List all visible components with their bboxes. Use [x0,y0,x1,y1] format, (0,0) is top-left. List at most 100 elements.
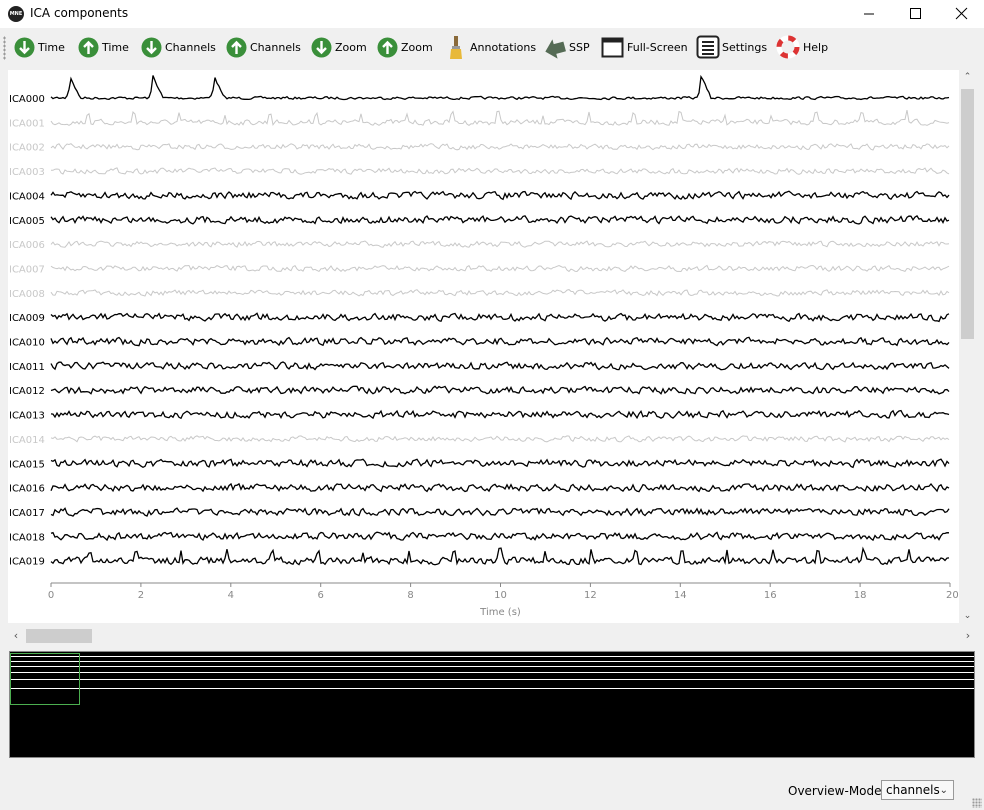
channel-trace [50,531,950,542]
channel-trace [50,264,950,273]
channel-label: ICA000 [9,94,45,105]
x-tick-label: 20 [946,590,959,601]
horizontal-scroll-thumb[interactable] [26,629,92,643]
scroll-left-icon[interactable]: ‹ [10,629,22,642]
resize-grip-icon[interactable] [972,798,982,808]
overview-viewport-box[interactable] [10,653,80,705]
chevron-down-icon: ⌄ [939,785,948,796]
zoom-decrease-label: Zoom [335,40,367,54]
channel-label: ICA014 [9,435,45,446]
channels-decrease-button[interactable]: Channels [140,33,216,61]
x-tick-label: 16 [764,590,777,601]
time-increase-label: Time [102,40,129,54]
horizontal-scrollbar[interactable]: ‹ › [8,627,976,645]
maximize-button[interactable] [892,0,938,28]
channel-label: ICA012 [9,386,45,397]
arrow-up-icon [377,37,398,57]
x-axis-label: Time (s) [479,607,521,618]
channels-increase-button[interactable]: Channels [225,33,301,61]
close-icon [955,7,968,20]
ssp-button[interactable]: SSP [543,33,590,61]
toolbar-grip[interactable] [3,36,6,60]
time-increase-button[interactable]: Time [77,33,129,61]
overview-mode-value: channels [886,783,940,797]
channel-label: ICA011 [9,362,45,373]
channel-label: ICA019 [9,557,45,568]
x-tick-label: 2 [138,590,144,601]
fullscreen-icon [601,37,624,58]
time-decrease-button[interactable]: Time [13,33,65,61]
channel-label: ICA006 [9,240,45,251]
ssp-label: SSP [569,40,590,54]
scroll-right-icon[interactable]: › [962,629,974,642]
channel-label: ICA004 [9,191,45,202]
channel-trace [50,482,950,493]
channel-trace [50,143,950,151]
window-title: ICA components [30,6,129,20]
zoom-increase-button[interactable]: Zoom [376,33,433,61]
arrow-up-icon [226,37,247,57]
annotations-label: Annotations [470,40,537,54]
arrow-down-icon [14,37,35,57]
help-button[interactable]: Help [775,33,828,61]
toolbar: Time Time Channels Channels Zoom Zoom An… [0,30,984,64]
channel-label: ICA013 [9,411,45,422]
overview-channel-line [10,666,974,667]
channel-trace [50,336,950,347]
maximize-icon [910,8,921,19]
zoom-decrease-button[interactable]: Zoom [310,33,367,61]
channel-trace [50,435,950,443]
channel-label: ICA005 [9,216,45,227]
channel-label: ICA007 [9,264,45,275]
zoom-increase-label: Zoom [401,40,433,54]
minimize-icon [864,13,874,15]
minimize-button[interactable] [846,0,892,28]
status-bar: Overview-Mode: channels ⌄ [0,770,984,810]
channel-label: ICA003 [9,167,45,178]
channel-trace [50,190,950,201]
settings-icon [696,35,720,59]
scroll-down-icon[interactable]: ⌄ [959,611,976,621]
overview-mode-label: Overview-Mode: [788,784,886,798]
scroll-up-icon[interactable]: ⌃ [959,72,976,82]
channel-trace [50,507,950,517]
channel-trace [51,167,950,175]
arrow-down-icon [141,37,162,57]
channel-label: ICA016 [9,484,45,495]
channel-trace [50,240,950,248]
x-tick-label: 8 [407,590,413,601]
overview-mode-select[interactable]: channels ⌄ [881,780,954,800]
vertical-scroll-thumb[interactable] [961,89,974,339]
channel-trace [50,409,950,420]
x-tick-label: 14 [674,590,687,601]
channel-trace [50,458,950,469]
channel-trace [50,312,950,323]
settings-button[interactable]: Settings [696,33,767,61]
channel-label: ICA009 [9,313,45,324]
arrow-down-icon [311,37,332,57]
x-tick-label: 6 [318,590,324,601]
channel-trace [50,215,950,225]
time-decrease-label: Time [38,40,65,54]
brush-icon [450,36,462,59]
annotations-button[interactable]: Annotations [446,33,536,61]
plot-panel[interactable]: ICA000 ICA001 ICA002 ICA003 ICA004 ICA005 ICA0… [8,70,959,623]
help-label: Help [803,40,829,54]
close-button[interactable] [938,0,984,28]
channel-trace [50,74,950,101]
overview-bar[interactable] [9,651,975,758]
overview-channel-line [10,672,974,673]
x-tick-label: 18 [854,590,867,601]
help-icon [776,35,800,59]
channel-label: ICA018 [9,532,45,543]
overview-channel-line [10,656,974,657]
x-tick-label: 4 [228,590,234,601]
channel-trace [50,385,950,395]
fullscreen-button[interactable]: Full-Screen [601,33,688,61]
x-tick-label: 10 [494,590,507,601]
vertical-scrollbar[interactable]: ⌃ ⌄ [959,70,976,623]
ica-trace-plot[interactable]: ICA000 ICA001 ICA002 ICA003 ICA004 ICA005 ICA0… [8,70,959,623]
mne-logo-icon: MNE [8,6,24,22]
channel-label: ICA015 [9,459,45,470]
channel-label: ICA010 [9,338,45,349]
